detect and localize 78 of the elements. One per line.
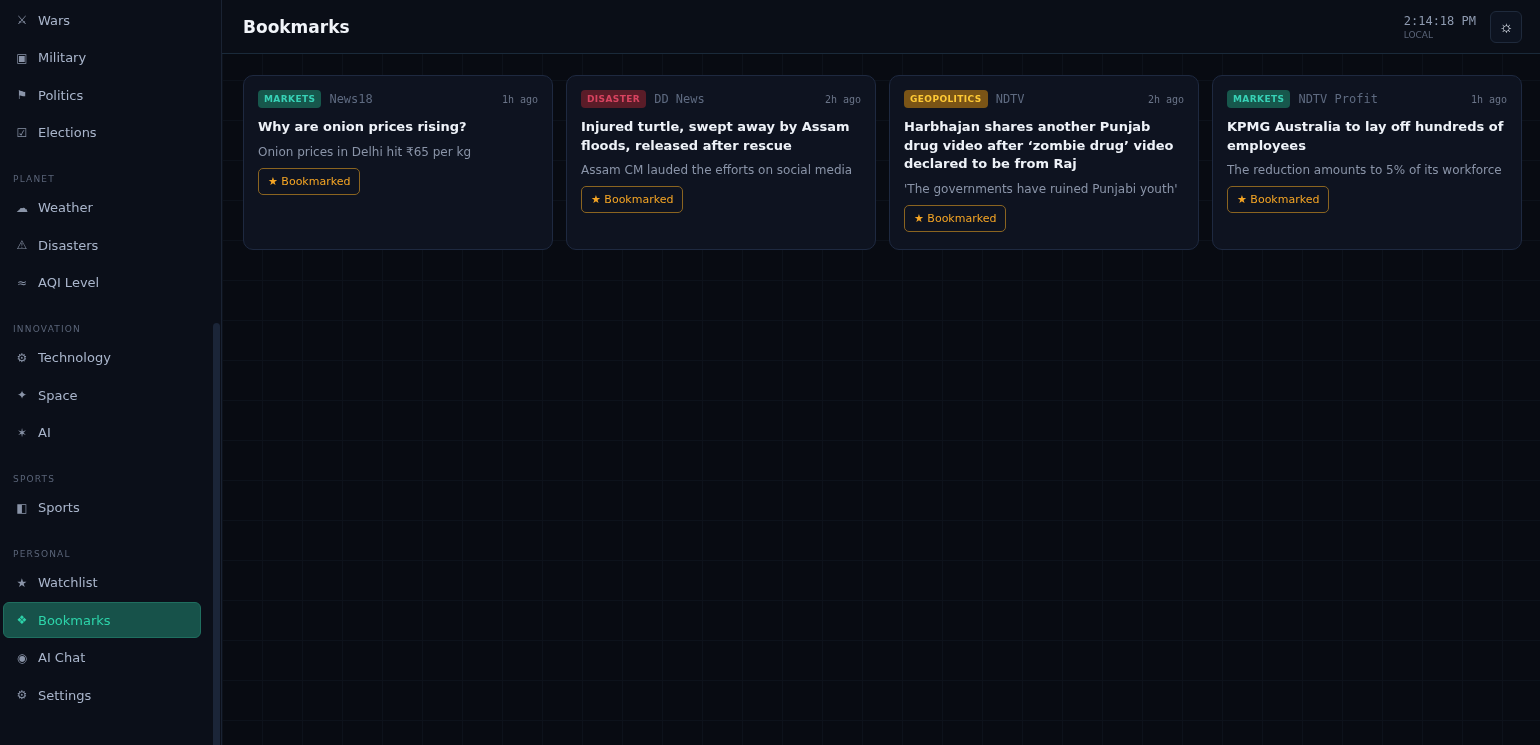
sidebar-item[interactable]: ⚑ Politics <box>3 77 201 113</box>
headline: Harbhajan shares another Punjab drug video after ‘zombie drug’ video declared to be from Raj <box>904 118 1175 173</box>
category-tag: MARKETS <box>258 90 322 108</box>
news-source: NDTV Profit <box>1298 92 1379 106</box>
nav-icon: ◧ <box>16 500 28 515</box>
summary: 'The governments have ruined Punjabi youth' <box>904 181 1178 196</box>
nav-label: Space <box>38 387 78 403</box>
time-ago: 2h ago <box>824 93 861 105</box>
bookmarked-button[interactable]: ★ Bookmarked <box>1227 186 1330 213</box>
nav-icon: ≈ <box>16 275 28 290</box>
nav-label: Politics <box>38 87 84 103</box>
nav-label: AQI Level <box>38 275 100 290</box>
time-ago: 1h ago <box>1470 93 1507 105</box>
news-source: DD News <box>654 92 706 106</box>
clock-time: 2:14:18 PM <box>1403 13 1476 28</box>
bookmarked-button[interactable]: ★ Bookmarked <box>581 186 684 213</box>
section-heading: PLANET <box>12 172 56 185</box>
sidebar-item[interactable]: ✦ Space <box>3 377 201 413</box>
nav-label: AI <box>38 425 51 440</box>
nav-icon: ⚑ <box>16 88 28 102</box>
section-heading: PERSONAL <box>12 547 72 560</box>
nav-label: Disasters <box>38 237 99 253</box>
category-tag: MARKETS <box>1227 90 1291 108</box>
page-title: Bookmarks <box>243 16 350 37</box>
time-ago: 2h ago <box>1147 93 1184 105</box>
headline: Why are onion prices rising? <box>258 118 467 136</box>
sidebar-item[interactable]: ★ Watchlist <box>3 564 201 601</box>
nav-icon: ⚙ <box>16 688 28 702</box>
nav-label: Sports <box>38 500 80 515</box>
sidebar-item[interactable]: ⚔ Wars <box>3 2 201 38</box>
summary: Onion prices in Delhi hit ₹65 per kg <box>258 144 472 159</box>
nav-label: Settings <box>38 687 92 703</box>
nav-label: Elections <box>38 125 97 140</box>
nav-icon: ⚠ <box>16 238 28 252</box>
news-source: NDTV <box>995 92 1026 106</box>
category-tag: GEOPOLITICS <box>904 90 988 108</box>
nav-icon: ▣ <box>16 50 28 65</box>
nav-icon: ★ <box>16 575 28 590</box>
sidebar-item[interactable]: ✶ AI <box>3 414 201 451</box>
news-source: News18 <box>329 92 374 106</box>
bookmarked-button[interactable]: ★ Bookmarked <box>258 167 361 195</box>
summary: Assam CM lauded the efforts on social media <box>581 163 853 177</box>
section-heading: SPORTS <box>12 472 57 485</box>
sidebar-item[interactable]: ⚠ Disasters <box>3 227 201 263</box>
sidebar-item[interactable]: ☑ Elections <box>3 114 201 151</box>
nav-label: AI Chat <box>38 650 86 665</box>
sidebar-item[interactable]: ☁ Weather <box>3 189 201 226</box>
nav-label: Weather <box>38 200 93 215</box>
sidebar-item[interactable]: ◉ AI Chat <box>3 639 201 676</box>
nav-label: Watchlist <box>38 575 98 590</box>
sidebar-item[interactable]: ❖ Bookmarks <box>3 602 201 638</box>
sidebar-item[interactable]: ◧ Sports <box>3 489 201 526</box>
sidebar-item[interactable]: ▣ Military <box>3 39 201 76</box>
theme-toggle-button[interactable]: ☼ <box>1490 10 1522 43</box>
nav-label: Wars <box>38 12 71 28</box>
clock-label: LOCAL <box>1403 29 1433 40</box>
nav-icon: ☑ <box>16 125 28 140</box>
sidebar-item[interactable]: ⚙ Settings <box>3 677 201 713</box>
section-heading: INNOVATION <box>12 322 83 335</box>
headline: KPMG Australia to lay off hundreds of employees <box>1227 118 1505 155</box>
nav-icon: ☁ <box>16 200 28 215</box>
nav-label: Military <box>38 50 87 65</box>
nav-icon: ⚙ <box>16 350 28 365</box>
nav-icon: ✶ <box>16 425 28 440</box>
headline: Injured turtle, swept away by Assam floods, released after rescue <box>581 118 851 155</box>
time-ago: 1h ago <box>501 93 538 105</box>
nav-icon: ✦ <box>16 388 28 402</box>
summary: The reduction amounts to 5% of its workforce <box>1227 163 1502 177</box>
nav-icon: ❖ <box>16 613 28 627</box>
scrollbar-thumb[interactable] <box>213 323 220 745</box>
nav-label: Bookmarks <box>38 612 111 628</box>
nav-icon: ⚔ <box>16 13 28 27</box>
sidebar-item[interactable]: ⚙ Technology <box>3 339 201 376</box>
category-tag: DISASTER <box>581 90 647 108</box>
sidebar-item[interactable]: ≈ AQI Level <box>3 264 201 301</box>
nav-icon: ◉ <box>16 650 28 665</box>
nav-label: Technology <box>38 350 111 365</box>
bookmarked-button[interactable]: ★ Bookmarked <box>904 204 1007 232</box>
